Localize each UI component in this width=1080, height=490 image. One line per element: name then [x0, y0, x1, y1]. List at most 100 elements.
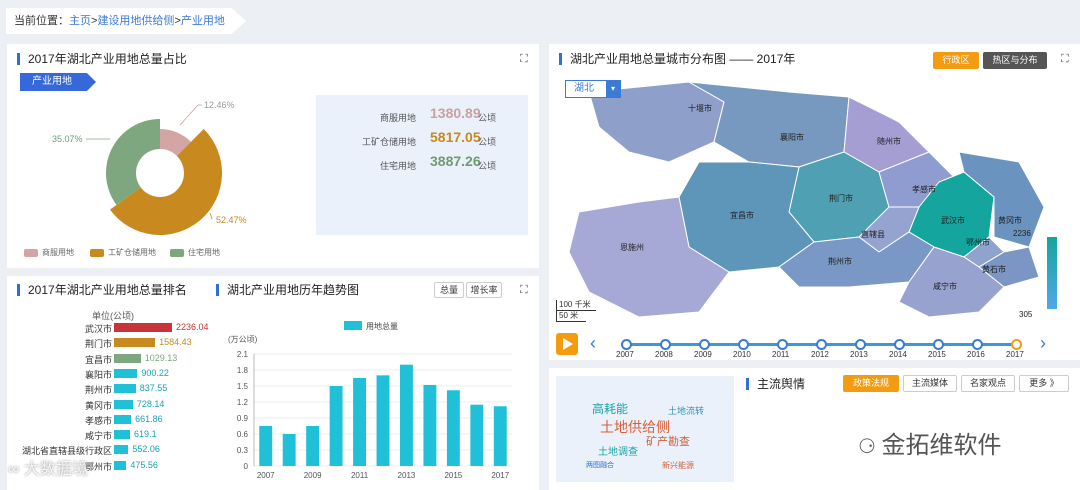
breadcrumb-industry[interactable]: 产业用地 [181, 15, 225, 27]
expand-icon[interactable]: ⛶ [520, 53, 528, 66]
tab-heat-distribution[interactable]: 热区与分布 [983, 52, 1047, 69]
next-icon[interactable]: › [1040, 333, 1046, 354]
city-label: 襄阳市 [780, 133, 804, 142]
expand-icon[interactable]: ⛶ [520, 284, 528, 297]
ranking-row[interactable]: 襄阳市 900.22 [20, 368, 220, 380]
word-cloud-term[interactable]: 土地调查 [598, 443, 638, 458]
trend-bar[interactable] [329, 386, 343, 466]
ranking-city: 荆州市 [84, 385, 112, 396]
y-axis-label: (万公顷) [228, 335, 258, 344]
timeline-year-dot[interactable] [972, 339, 983, 350]
ranking-row[interactable]: 荆门市 1584.43 [20, 337, 220, 349]
slice-label-1: 12.46% [204, 100, 235, 110]
ranking-bar [114, 353, 141, 363]
timeline-year-dot[interactable] [777, 339, 788, 350]
timeline-year-dot[interactable] [933, 339, 944, 350]
wechat-icon: ⚆ [858, 436, 882, 458]
trend-bar[interactable] [493, 406, 507, 466]
y-tick-label: 1.2 [237, 398, 249, 407]
tab-experts[interactable]: 名家观点 [961, 375, 1015, 392]
industry-land-tag[interactable]: 产业用地 [20, 73, 96, 91]
play-button[interactable] [556, 333, 578, 355]
timeline-year-label[interactable]: 2007 [616, 350, 634, 359]
breadcrumb-prefix: 当前位置： [14, 15, 69, 27]
timeline-year-dot[interactable] [738, 339, 749, 350]
ranking-row[interactable]: 宜昌市 1029.13 [20, 353, 220, 365]
ranking-city: 鄂州市 [84, 461, 112, 472]
breadcrumb-supply[interactable]: 建设用地供给侧 [97, 15, 174, 27]
ranking-value: 1584.43 [159, 337, 192, 348]
legend-swatch [90, 248, 104, 257]
word-cloud-term[interactable]: 新兴能源 [662, 460, 694, 471]
ranking-city: 宜昌市 [84, 354, 112, 365]
trend-bar[interactable] [282, 434, 296, 466]
timeline-year-dot[interactable] [660, 339, 671, 350]
trend-bar[interactable] [353, 378, 366, 466]
x-tick-label: 2017 [491, 471, 509, 478]
value-summary-box: 商服用地 1380.89 公顷 工矿仓储用地 5817.05 公顷 住宅用地 3… [316, 95, 528, 235]
trend-bar[interactable] [400, 364, 413, 466]
expand-icon[interactable]: ⛶ [1061, 53, 1069, 66]
timeline-year-dot[interactable] [855, 339, 866, 350]
trend-bar-chart: (万公顷) 用地总量 0 0.3 0.6 0.9 1.2 1.5 1.8 2.1 2007 2009 2… [228, 321, 512, 478]
region-dropdown[interactable]: 湖北 ▾ [565, 80, 621, 98]
play-icon [563, 338, 573, 350]
value-unit: 公顷 [478, 137, 497, 147]
timeline-year-label[interactable]: 2008 [655, 350, 673, 359]
timeline-year-label[interactable]: 2017 [1006, 350, 1024, 359]
tab-media[interactable]: 主流媒体 [903, 375, 957, 392]
trend-bar[interactable] [376, 375, 390, 466]
timeline-year-label[interactable]: 2015 [928, 350, 946, 359]
chevron-down-icon: ▾ [606, 81, 620, 97]
trend-bar[interactable] [306, 426, 320, 466]
timeline-year-dot[interactable] [816, 339, 827, 350]
legend-residential[interactable]: 住宅用地 [170, 247, 220, 258]
city-label: 直辖县 [861, 230, 885, 239]
timeline-year-label[interactable]: 2012 [811, 350, 829, 359]
trend-bar[interactable] [423, 384, 437, 466]
slice-label-3: 35.07% [52, 134, 83, 144]
ranking-value: 900.22 [141, 367, 169, 378]
city-label: 恩施州 [620, 243, 644, 252]
ranking-row[interactable]: 荆州市 837.55 [20, 383, 220, 395]
donut-slice-3[interactable] [106, 119, 160, 205]
legend-commercial[interactable]: 商服用地 [24, 247, 74, 258]
tab-admin-region[interactable]: 行政区 [933, 52, 979, 69]
total-toggle-button[interactable]: 总量 [434, 282, 464, 298]
word-cloud-term[interactable]: 两图融合 [586, 460, 614, 470]
x-tick-label: 2015 [444, 471, 462, 478]
value-unit: 公顷 [478, 161, 497, 171]
timeline-year-dot[interactable] [1011, 339, 1022, 350]
ranking-row[interactable]: 武汉市 2236.04 [20, 322, 220, 334]
timeline-year-label[interactable]: 2009 [694, 350, 712, 359]
legend-industrial[interactable]: 工矿仓储用地 [90, 247, 156, 258]
word-cloud-term[interactable]: 矿产勘查 [646, 433, 690, 449]
timeline-year-dot[interactable] [699, 339, 710, 350]
tab-policy[interactable]: 政策法规 [843, 375, 899, 392]
prev-icon[interactable]: ‹ [590, 333, 596, 354]
timeline-year-label[interactable]: 2010 [733, 350, 751, 359]
ranking-row[interactable]: 孝感市 661.86 [20, 414, 220, 426]
x-tick-label: 2007 [257, 471, 275, 478]
label-leader-1 [179, 104, 199, 126]
trend-bar[interactable] [259, 426, 273, 466]
word-cloud-term[interactable]: 高耗能 [592, 400, 628, 417]
ranking-panel-title: 2017年湖北产业用地总量排名 [17, 284, 187, 296]
timeline-year-dot[interactable] [621, 339, 632, 350]
growth-rate-toggle-button[interactable]: 增长率 [466, 282, 502, 298]
y-tick-label: 0.3 [237, 446, 249, 455]
more-button[interactable]: 更多 》 [1019, 375, 1069, 392]
city-label: 荆州市 [828, 257, 852, 266]
ranking-row[interactable]: 黄冈市 728.14 [20, 399, 220, 411]
share-donut-chart: 12.46% 52.47% 35.07% [52, 100, 247, 236]
timeline-year-label[interactable]: 2014 [889, 350, 907, 359]
trend-bar[interactable] [470, 404, 484, 466]
trend-bar[interactable] [446, 390, 460, 466]
timeline-year-dot[interactable] [894, 339, 905, 350]
timeline-year-label[interactable]: 2016 [967, 350, 985, 359]
word-cloud-term[interactable]: 土地流转 [668, 404, 704, 417]
ranking-row[interactable]: 咸宁市 619.1 [20, 429, 220, 441]
timeline-year-label[interactable]: 2011 [772, 350, 789, 359]
breadcrumb-home[interactable]: 主页 [69, 15, 91, 27]
timeline-year-label[interactable]: 2013 [850, 350, 868, 359]
